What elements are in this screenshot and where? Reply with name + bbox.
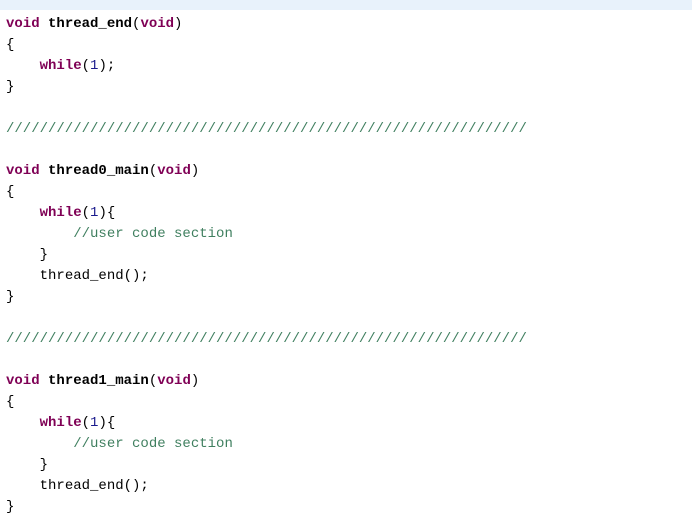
space xyxy=(40,373,48,389)
indent xyxy=(6,478,40,494)
open-brace: { xyxy=(6,394,14,410)
indent xyxy=(6,247,40,263)
keyword-while: while xyxy=(40,415,82,431)
close-paren: ) xyxy=(98,415,106,431)
indent xyxy=(6,415,40,431)
keyword-while: while xyxy=(40,205,82,221)
semicolon: ; xyxy=(107,58,115,74)
divider-comment: ////////////////////////////////////////… xyxy=(6,121,527,137)
close-brace: } xyxy=(40,457,48,473)
comment-user-code: //user code section xyxy=(73,226,233,242)
open-paren: ( xyxy=(149,373,157,389)
divider-comment: ////////////////////////////////////////… xyxy=(6,331,527,347)
keyword-void-param: void xyxy=(157,163,191,179)
close-paren: ) xyxy=(98,58,106,74)
top-highlight-bar xyxy=(0,0,692,10)
keyword-void-param: void xyxy=(157,373,191,389)
comment-user-code: //user code section xyxy=(73,436,233,452)
call-thread-end: thread_end(); xyxy=(40,478,149,494)
close-paren: ) xyxy=(191,163,199,179)
open-paren: ( xyxy=(82,205,90,221)
open-brace: { xyxy=(6,37,14,53)
close-brace: } xyxy=(6,289,14,305)
call-thread-end: thread_end(); xyxy=(40,268,149,284)
indent xyxy=(6,58,40,74)
indent xyxy=(6,226,73,242)
close-brace: } xyxy=(6,499,14,515)
code-block: void thread_end(void) { while(1); } ////… xyxy=(0,10,692,522)
close-paren: ) xyxy=(98,205,106,221)
open-brace-inline: { xyxy=(107,415,115,431)
open-paren: ( xyxy=(82,58,90,74)
keyword-while: while xyxy=(40,58,82,74)
open-paren: ( xyxy=(82,415,90,431)
fn-thread1-main: thread1_main xyxy=(48,373,149,389)
indent xyxy=(6,436,73,452)
open-brace-inline: { xyxy=(107,205,115,221)
indent xyxy=(6,205,40,221)
fn-thread0-main: thread0_main xyxy=(48,163,149,179)
fn-thread-end: thread_end xyxy=(48,16,132,32)
open-paren: ( xyxy=(149,163,157,179)
keyword-void-param: void xyxy=(140,16,174,32)
close-brace: } xyxy=(40,247,48,263)
open-brace: { xyxy=(6,184,14,200)
space xyxy=(40,16,48,32)
space xyxy=(40,163,48,179)
close-brace: } xyxy=(6,79,14,95)
close-paren: ) xyxy=(191,373,199,389)
indent xyxy=(6,457,40,473)
indent xyxy=(6,268,40,284)
close-paren: ) xyxy=(174,16,182,32)
keyword-void: void xyxy=(6,163,40,179)
keyword-void: void xyxy=(6,373,40,389)
keyword-void: void xyxy=(6,16,40,32)
